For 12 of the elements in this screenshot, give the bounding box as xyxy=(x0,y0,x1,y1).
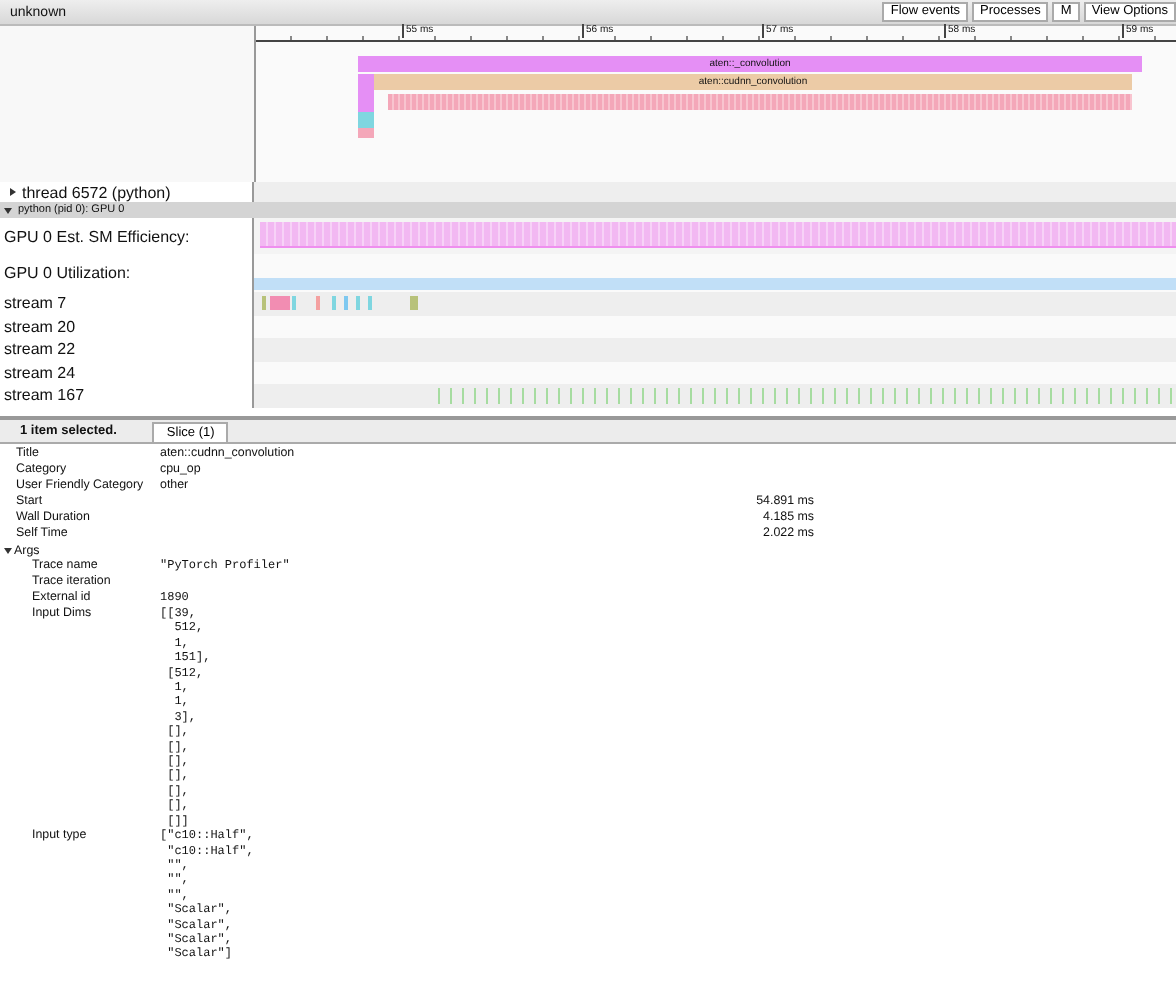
track-label: stream 167 xyxy=(4,386,85,405)
track-label: stream 7 xyxy=(4,294,67,313)
track-label: stream 22 xyxy=(4,340,76,359)
track-label: stream 20 xyxy=(4,317,76,336)
track-label: GPU 0 Utilization: xyxy=(4,264,131,282)
expander-icon[interactable] xyxy=(10,188,16,196)
track-label: GPU 0 Est. SM Efficiency: xyxy=(4,227,190,245)
track-label: thread 6572 (python) xyxy=(22,183,171,201)
expander-icon[interactable] xyxy=(4,547,12,553)
track-label: stream 24 xyxy=(4,363,76,382)
expander-icon[interactable] xyxy=(4,207,12,213)
slice-stack-drawing xyxy=(358,74,374,138)
